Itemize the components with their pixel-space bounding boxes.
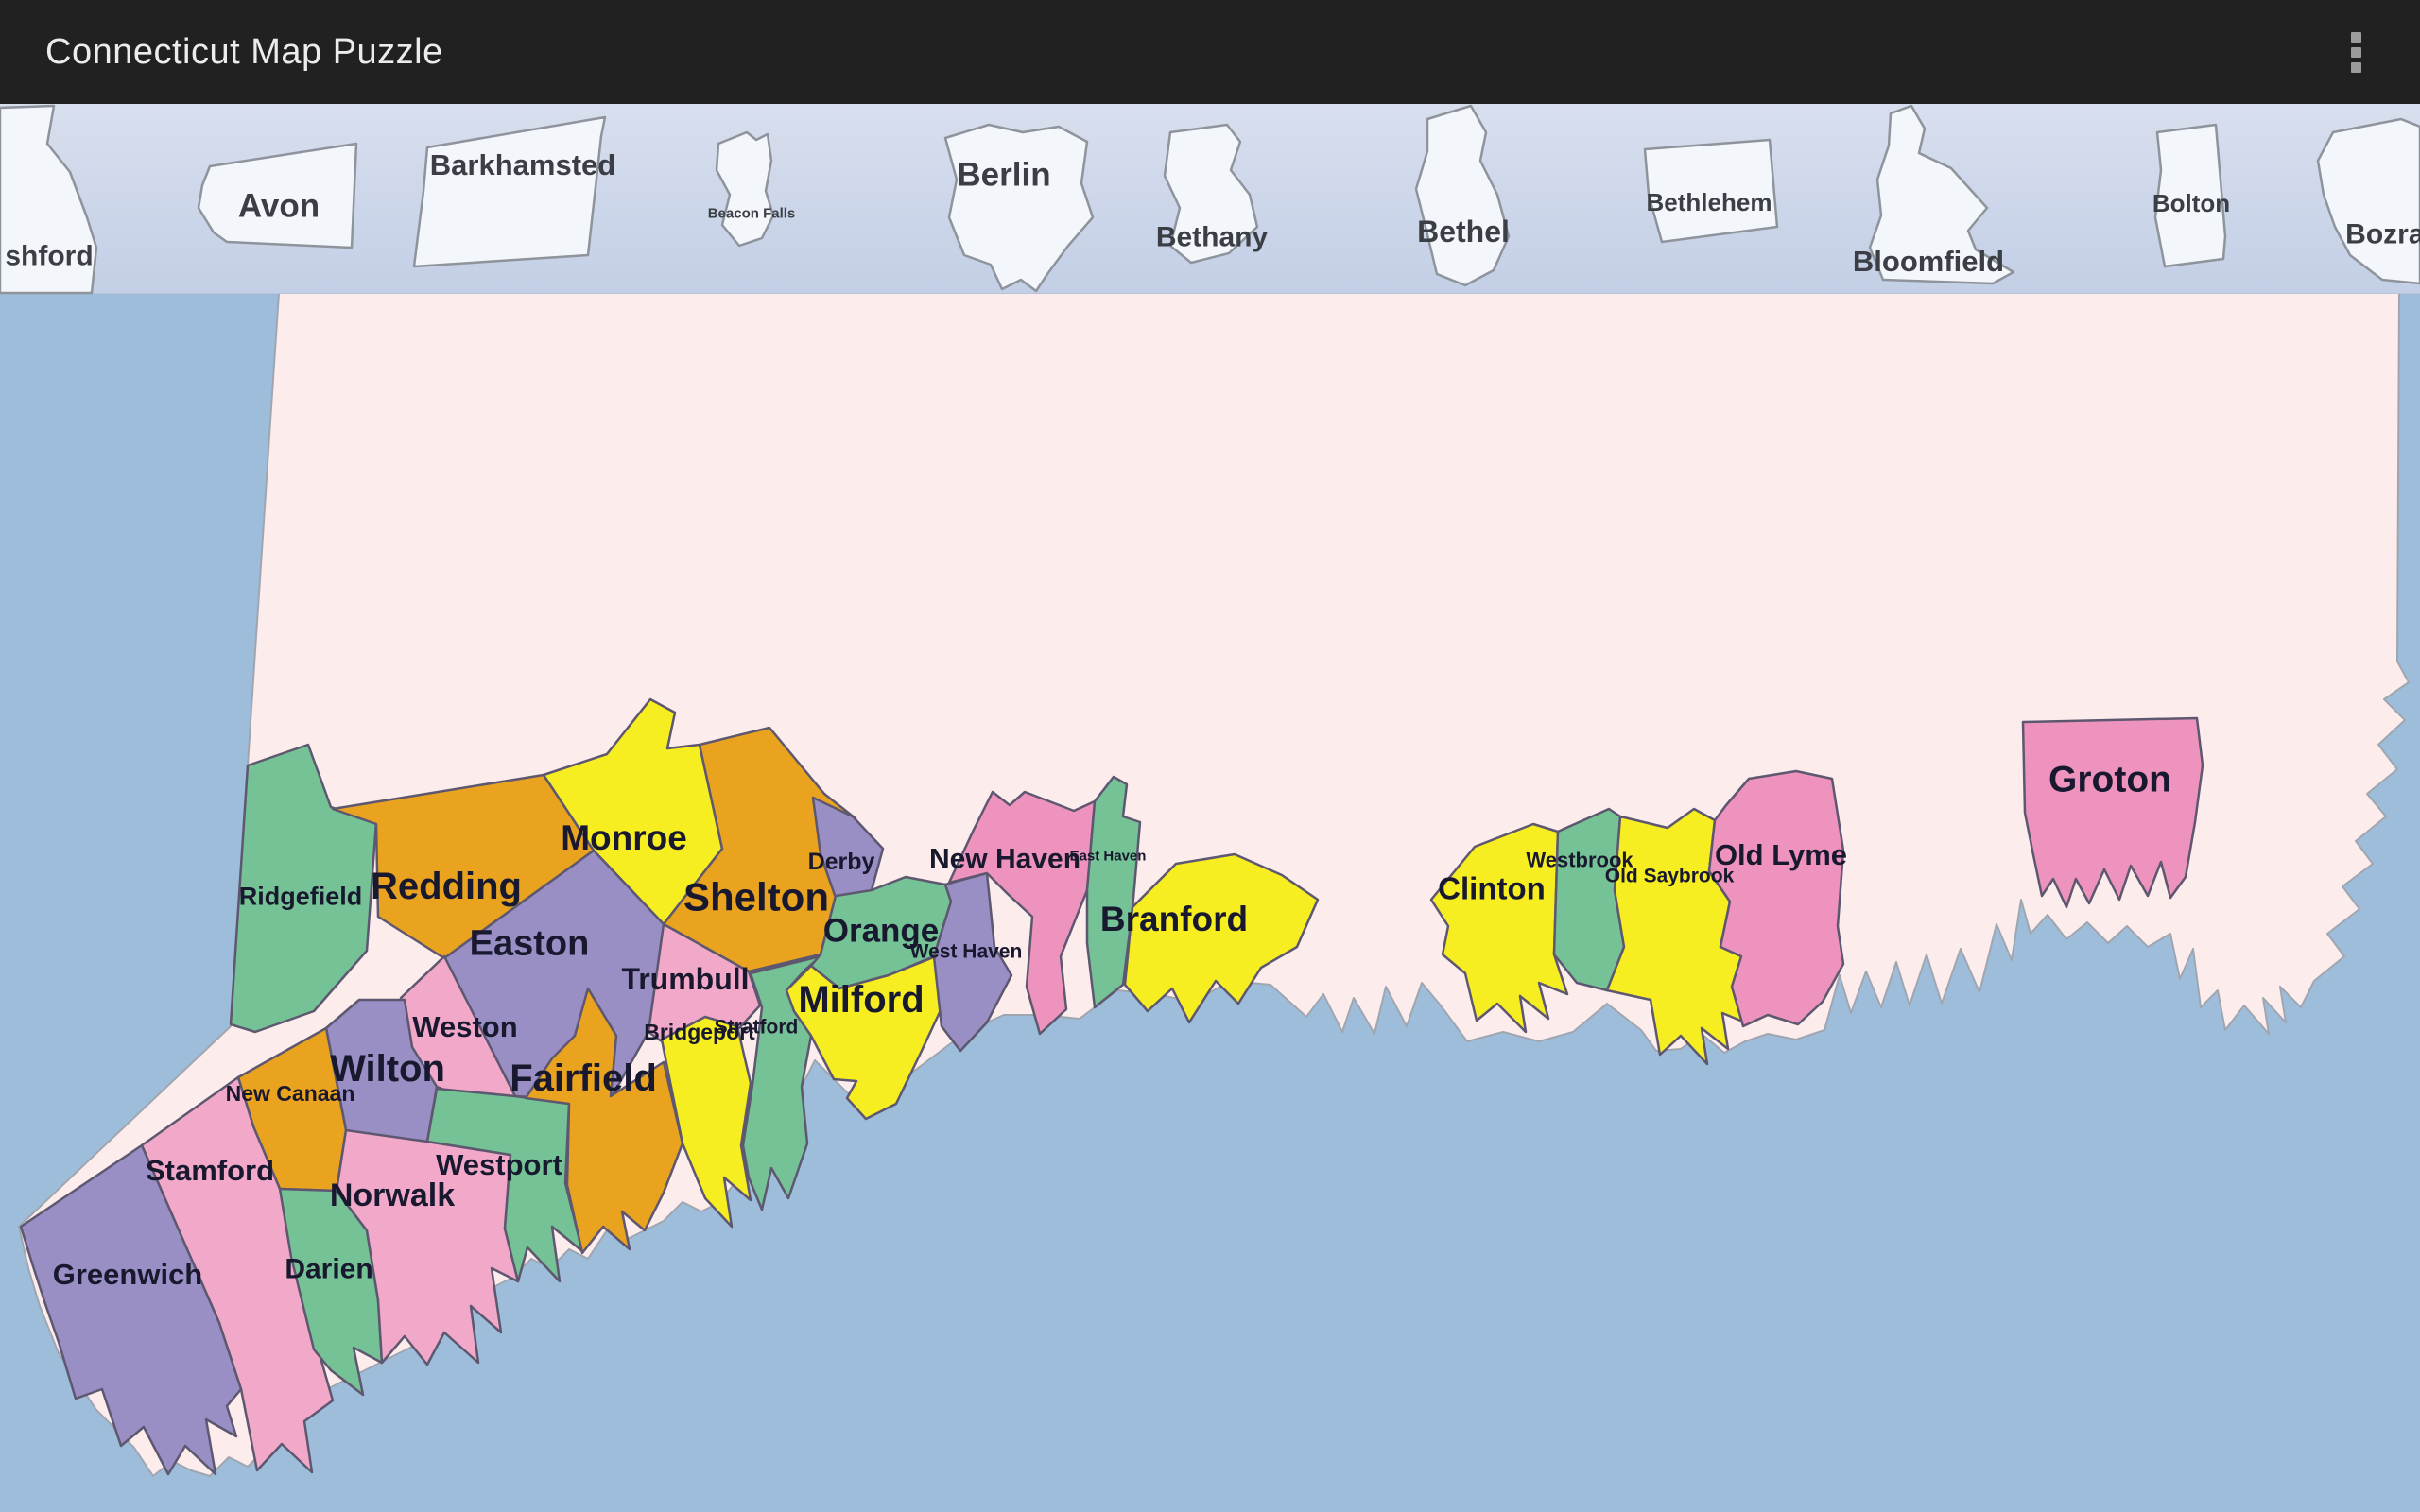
piece-tray-pieces: shford Avon Barkhamsted Beacon Falls Berlin B… — [0, 0, 2420, 1512]
tray-piece-label-berlin: Berlin — [957, 156, 1050, 193]
tray-piece-label-bozrah: Bozrah — [2345, 219, 2420, 250]
tray-piece-barkhamsted[interactable] — [414, 117, 605, 266]
app-title: Connecticut Map Puzzle — [0, 32, 443, 73]
tray-piece-label-barkhamsted: Barkhamsted — [430, 148, 615, 181]
kebab-menu-icon — [2351, 62, 2361, 73]
tray-piece-berlin[interactable] — [945, 125, 1093, 291]
tray-piece-bethel[interactable] — [1416, 106, 1509, 285]
tray-piece-label-ashford: shford — [5, 241, 93, 272]
tray-piece-label-bethel: Bethel — [1417, 215, 1510, 249]
kebab-menu-icon — [2351, 47, 2361, 58]
tray-piece-label-avon: Avon — [238, 187, 320, 224]
tray-piece-label-bethany: Bethany — [1156, 222, 1269, 253]
tray-piece-label-bloomfield: Bloomfield — [1853, 245, 2004, 278]
app-bar: Connecticut Map Puzzle — [0, 0, 2420, 104]
overflow-menu-button[interactable] — [2327, 0, 2384, 104]
tray-piece-label-beaconfalls: Beacon Falls — [708, 205, 796, 221]
app-screen: RidgefieldReddingMonroeEastonSheltonDerb… — [0, 0, 2420, 1512]
tray-piece-beaconfalls[interactable] — [717, 132, 773, 246]
tray-piece-label-bolton: Bolton — [2152, 189, 2230, 217]
kebab-menu-icon — [2351, 32, 2361, 43]
tray-piece-label-bethlehem: Bethlehem — [1647, 188, 1772, 216]
tray-piece-bozrah[interactable] — [2318, 119, 2420, 284]
